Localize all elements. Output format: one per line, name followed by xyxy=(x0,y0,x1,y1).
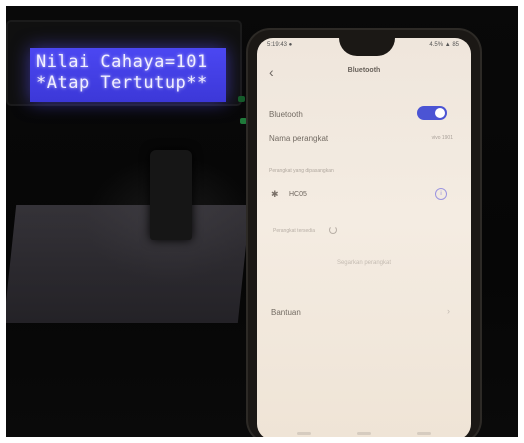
toggle-knob xyxy=(435,108,445,118)
phone-screen: 5:19:43 ● 4.5% ▲ 85 ‹ Bluetooth Bluetoot… xyxy=(257,38,471,440)
status-bar: 5:19:43 ● 4.5% ▲ 85 xyxy=(257,42,471,54)
loading-spinner-icon xyxy=(329,226,337,234)
nav-menu-button[interactable] xyxy=(297,432,311,435)
status-time: 5:19:43 ● xyxy=(267,42,293,48)
lcd-line-1: Nilai Cahaya=101 xyxy=(36,52,208,72)
lcd-module: Nilai Cahaya=101 *Atap Tertutup** xyxy=(8,22,240,104)
info-icon[interactable]: i xyxy=(435,188,447,200)
available-devices-header: Perangkat tersedia xyxy=(273,228,315,234)
lcd-display: Nilai Cahaya=101 *Atap Tertutup** xyxy=(30,48,226,102)
bluetooth-toggle[interactable] xyxy=(417,106,447,120)
paired-device-name[interactable]: HC05 xyxy=(289,191,307,198)
status-indicators: 4.5% ▲ 85 xyxy=(429,42,459,48)
bluetooth-label: Bluetooth xyxy=(269,110,303,119)
device-name-value: vivo 1901 xyxy=(431,135,453,141)
light-sensor-object xyxy=(150,150,192,240)
navigation-bar xyxy=(257,432,471,440)
device-name-label[interactable]: Nama perangkat xyxy=(269,134,328,143)
bluetooth-icon: ✱ xyxy=(271,189,279,199)
nav-back-button[interactable] xyxy=(417,432,431,435)
smartphone: 5:19:43 ● 4.5% ▲ 85 ‹ Bluetooth Bluetoot… xyxy=(248,30,480,442)
page-title: Bluetooth xyxy=(347,67,381,74)
chevron-right-icon: › xyxy=(447,306,450,316)
refresh-devices-button[interactable]: Segarkan perangkat xyxy=(257,260,471,266)
lcd-line-2: *Atap Tertutup** xyxy=(36,73,208,93)
help-item[interactable]: Bantuan xyxy=(271,308,301,317)
led-indicator xyxy=(238,96,245,102)
title-bar: ‹ Bluetooth xyxy=(257,62,471,82)
paired-devices-header: Perangkat yang dipasangkan xyxy=(269,168,334,174)
paper-card xyxy=(3,205,251,323)
nav-home-button[interactable] xyxy=(357,432,371,435)
led-indicator xyxy=(240,118,247,124)
